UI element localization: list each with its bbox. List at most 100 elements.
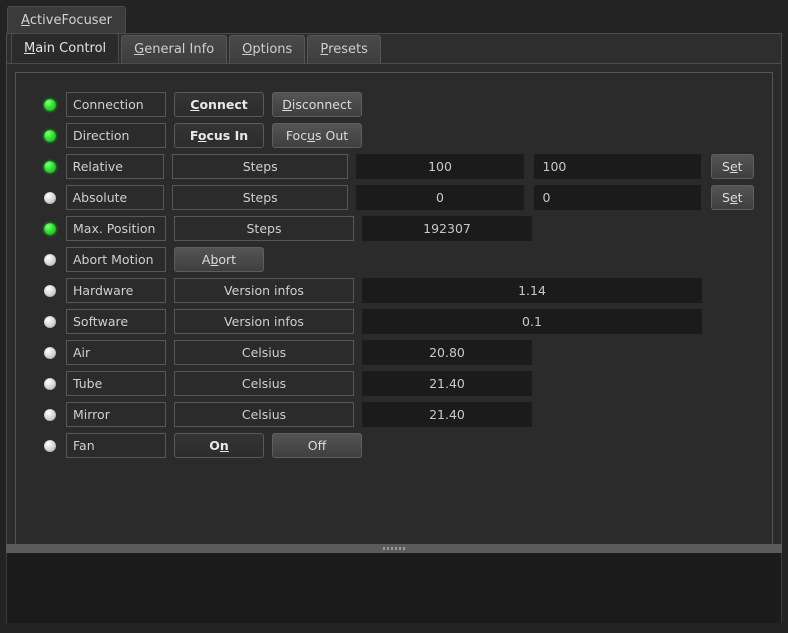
led-wrapper — [36, 98, 66, 111]
value-field: 21.40 — [362, 371, 532, 396]
row-label: Fan — [66, 433, 166, 458]
row-label: Direction — [66, 123, 166, 148]
led-wrapper — [36, 129, 66, 142]
unit-field: Steps — [171, 154, 349, 179]
status-led-tube — [44, 377, 56, 390]
button-text: Off — [307, 438, 327, 453]
tab-mnemonic: M — [24, 41, 36, 56]
disconnect-button[interactable]: Disconnect — [272, 92, 362, 117]
status-led-absolute — [44, 191, 56, 204]
control-rows: Connection Connect Disconnect Direction Focu… — [36, 89, 755, 461]
tab-options[interactable]: Options — [229, 35, 306, 63]
led-wrapper — [36, 408, 66, 421]
button-mnemonic: e — [729, 159, 738, 174]
status-led-hardware — [44, 284, 56, 297]
tab-mnemonic: G — [134, 42, 145, 57]
led-wrapper — [36, 439, 66, 452]
unit-field: Celsius — [174, 402, 354, 427]
button-text: S — [722, 190, 730, 205]
unit-field: Version infos — [174, 309, 354, 334]
window-tab-label: ctiveFocuser — [29, 13, 112, 28]
splitter-grip-icon — [383, 547, 405, 550]
button-text: onnect — [199, 97, 248, 112]
splitter-handle[interactable] — [6, 544, 782, 553]
led-wrapper — [36, 284, 66, 297]
status-led-air — [44, 346, 56, 359]
row-label: Software — [66, 309, 166, 334]
focus-in-button[interactable]: Focus In — [174, 123, 264, 148]
control-row: Fan On Off — [36, 430, 754, 461]
row-label: Abort Motion — [66, 247, 166, 272]
led-wrapper — [36, 346, 66, 359]
window-tabbar: ActiveFocuser — [0, 0, 788, 34]
focus-out-button[interactable]: Focus Out — [272, 123, 362, 148]
status-led-direction — [44, 129, 56, 142]
set-button[interactable]: Set — [710, 185, 755, 210]
status-led-connection — [44, 98, 56, 111]
row-label: Connection — [66, 92, 166, 117]
button-text: O — [209, 438, 220, 453]
status-led-relative — [44, 160, 56, 173]
control-row: Tube Celsius 21.40 — [36, 368, 754, 399]
button-text: s Out — [315, 128, 349, 143]
button-mnemonic: D — [282, 97, 292, 112]
button-mnemonic: e — [729, 190, 738, 205]
button-text: F — [189, 128, 198, 143]
abort-button[interactable]: Abort — [174, 247, 264, 272]
control-row: Abort Motion Abort — [36, 244, 754, 275]
led-wrapper — [36, 315, 66, 328]
control-row: Direction Focus In Focus Out — [36, 120, 754, 151]
tab-label: ain Control — [35, 41, 107, 56]
active-focuser-window: ActiveFocuser Main Control General Info Op… — [0, 0, 788, 633]
value-field: 192307 — [362, 216, 532, 241]
row-label: Air — [66, 340, 166, 365]
button-text: t — [737, 159, 743, 174]
main-panel: Main Control General Info Options Presets C… — [6, 33, 782, 560]
control-row: Mirror Celsius 21.40 — [36, 399, 754, 430]
tab-mnemonic: P — [320, 42, 329, 57]
led-wrapper — [36, 377, 66, 390]
tab-main-control[interactable]: Main Control — [11, 33, 120, 63]
led-wrapper — [36, 191, 66, 204]
window-tab-mnemonic: A — [21, 13, 30, 28]
button-mnemonic: n — [219, 438, 229, 453]
control-row: Air Celsius 20.80 — [36, 337, 754, 368]
connect-button[interactable]: Connect — [174, 92, 264, 117]
status-led-abort-motion — [44, 253, 56, 266]
row-label: Absolute — [65, 185, 164, 210]
unit-field: Steps — [174, 216, 354, 241]
row-label: Mirror — [66, 402, 166, 427]
tab-label: eneral Info — [144, 42, 215, 57]
button-text: ort — [218, 252, 237, 267]
tab-label: ptions — [252, 42, 293, 57]
button-mnemonic: u — [307, 128, 316, 143]
tab-content-main-control: Connection Connect Disconnect Direction Focu… — [15, 72, 773, 550]
set-button[interactable]: Set — [710, 154, 755, 179]
led-wrapper — [36, 253, 66, 266]
value-field: 0 — [356, 185, 524, 210]
control-row: Max. Position Steps 192307 — [36, 213, 754, 244]
status-led-software — [44, 315, 56, 328]
status-led-fan — [44, 439, 56, 452]
window-tab-activefocuser[interactable]: ActiveFocuser — [7, 6, 126, 34]
value-input[interactable]: 0 — [533, 185, 701, 210]
status-bar — [0, 623, 788, 633]
led-wrapper — [36, 160, 66, 173]
unit-field: Celsius — [174, 340, 354, 365]
tab-presets[interactable]: Presets — [307, 35, 381, 63]
button-text: Foc — [285, 128, 308, 143]
fan-off-button[interactable]: Off — [272, 433, 362, 458]
value-field: 100 — [356, 154, 524, 179]
value-field: 21.40 — [362, 402, 532, 427]
fan-on-button[interactable]: On — [174, 433, 264, 458]
button-text: t — [737, 190, 743, 205]
row-label: Hardware — [66, 278, 166, 303]
row-label: Relative — [65, 154, 164, 179]
value-input[interactable]: 100 — [533, 154, 701, 179]
tab-general-info[interactable]: General Info — [121, 35, 228, 63]
value-field: 20.80 — [362, 340, 532, 365]
control-row: Connection Connect Disconnect — [36, 89, 754, 120]
status-led-mirror — [44, 408, 56, 421]
status-led-max-position — [44, 222, 56, 235]
unit-field: Celsius — [174, 371, 354, 396]
